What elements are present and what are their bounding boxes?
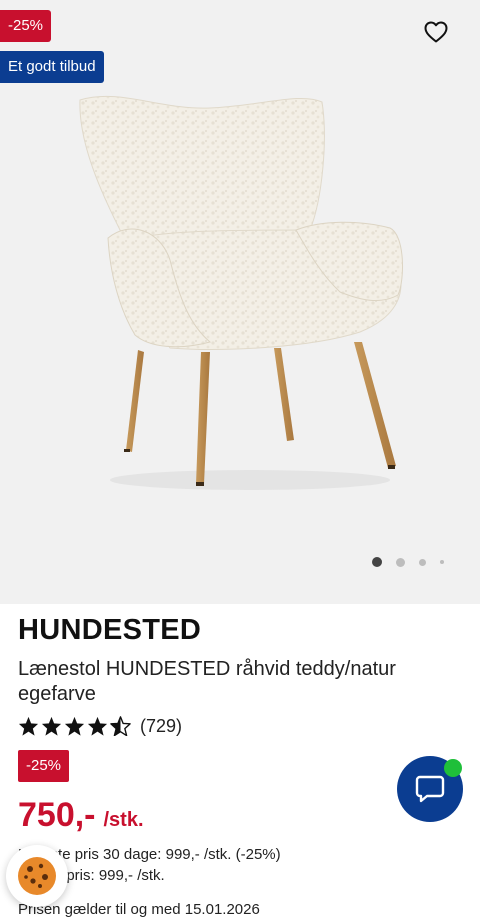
favorite-button[interactable] <box>418 14 454 50</box>
star-rating <box>18 716 131 736</box>
product-rating[interactable]: (729) <box>18 713 182 739</box>
product-brand: HUNDESTED <box>18 614 202 646</box>
star-icon <box>64 716 85 736</box>
chat-bubble-icon <box>415 775 445 803</box>
price: 750,- /stk. <box>18 796 144 835</box>
star-icon <box>18 716 39 736</box>
carousel-dot[interactable] <box>440 560 444 564</box>
product-image <box>79 95 403 490</box>
carousel-dot-active[interactable] <box>372 557 382 567</box>
product-image-gallery[interactable]: -25% Et godt tilbud <box>0 0 480 604</box>
half-star-icon <box>110 716 131 736</box>
discount-badge: -25% <box>0 10 52 42</box>
carousel-dot[interactable] <box>396 557 405 567</box>
heart-outline-icon <box>424 21 448 43</box>
price-unit: /stk. <box>103 809 144 831</box>
offer-badge: Et godt tilbud <box>0 51 104 83</box>
star-icon <box>87 716 108 736</box>
carousel-dot[interactable] <box>419 558 426 566</box>
star-icon <box>41 716 62 736</box>
price-discount-badge: -25% <box>18 750 70 782</box>
carousel-dots[interactable] <box>372 556 444 568</box>
price-amount: 750,- <box>18 796 96 834</box>
cookie-settings-button[interactable] <box>6 845 68 907</box>
online-status-dot <box>444 759 462 777</box>
price-valid-until: Prisen gælder til og med 15.01.2026 <box>18 901 260 918</box>
product-name: Lænestol HUNDESTED råhvid teddy/natur eg… <box>18 658 396 705</box>
review-count[interactable]: (729) <box>140 716 182 737</box>
cookie-icon <box>18 857 56 895</box>
